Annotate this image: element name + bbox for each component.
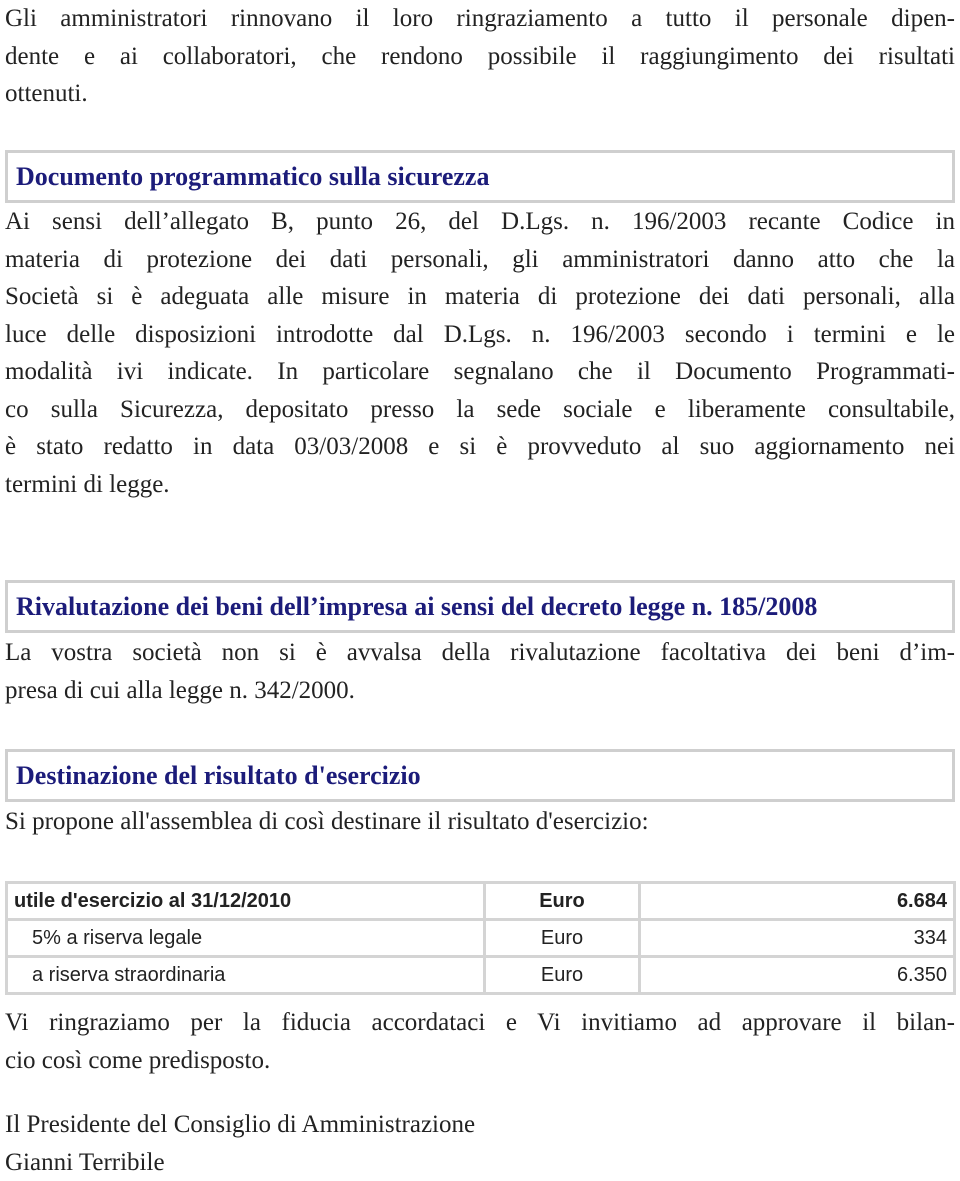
row-label: 5% a riserva legale — [7, 920, 485, 957]
section-heading-security: Documento programmatico sulla sicurezza — [5, 150, 955, 203]
text-line: modalità ivi indicate. In particolare se… — [5, 353, 955, 391]
row-currency: Euro — [485, 957, 640, 994]
text-line: cio così come predisposto. — [5, 1042, 955, 1080]
result-allocation-table: utile d'esercizio al 31/12/2010 Euro 6.6… — [5, 881, 956, 995]
text-line: ottenuti. — [5, 75, 955, 113]
closing-paragraph: Vi ringraziamo per la fiducia accordatac… — [5, 1004, 955, 1079]
text-line: co sulla Sicurezza, depositato presso la… — [5, 391, 955, 429]
row-amount: 6.350 — [640, 957, 955, 994]
signature: Il Presidente del Consiglio di Amministr… — [5, 1106, 955, 1181]
row-amount: 6.684 — [640, 883, 955, 920]
intro-paragraph: Gli amministratori rinnovano il loro rin… — [5, 0, 955, 113]
row-label: a riserva straordinaria — [7, 957, 485, 994]
row-currency: Euro — [485, 883, 640, 920]
text-line: La vostra società non si è avvalsa della… — [5, 634, 955, 672]
table-row: 5% a riserva legale Euro 334 — [7, 920, 955, 957]
text-line: è stato redatto in data 03/03/2008 e si … — [5, 428, 955, 466]
text-line: Società si è adeguata alle misure in mat… — [5, 278, 955, 316]
signature-role: Il Presidente del Consiglio di Amministr… — [5, 1106, 955, 1144]
text-line: dente e ai collaboratori, che rendono po… — [5, 38, 955, 76]
signature-name: Gianni Terribile — [5, 1144, 955, 1181]
result-paragraph: Si propone all'assemblea di così destina… — [5, 803, 955, 841]
text-line: Vi ringraziamo per la fiducia accordatac… — [5, 1004, 955, 1042]
row-currency: Euro — [485, 920, 640, 957]
row-amount: 334 — [640, 920, 955, 957]
table-row: utile d'esercizio al 31/12/2010 Euro 6.6… — [7, 883, 955, 920]
heading-text: Documento programmatico sulla sicurezza — [8, 153, 952, 200]
row-label: utile d'esercizio al 31/12/2010 — [7, 883, 485, 920]
section-heading-revaluation: Rivalutazione dei beni dell’impresa ai s… — [5, 580, 955, 633]
text-line: luce delle disposizioni introdotte dal D… — [5, 316, 955, 354]
text-line: termini di legge. — [5, 466, 955, 504]
table-row: a riserva straordinaria Euro 6.350 — [7, 957, 955, 994]
text-line: Si propone all'assemblea di così destina… — [5, 803, 955, 841]
text-line: presa di cui alla legge n. 342/2000. — [5, 672, 955, 710]
revaluation-paragraph: La vostra società non si è avvalsa della… — [5, 634, 955, 709]
text-line: materia di protezione dei dati personali… — [5, 241, 955, 279]
security-paragraph: Ai sensi dell’allegato B, punto 26, del … — [5, 203, 955, 503]
heading-text: Destinazione del risultato d'esercizio — [8, 752, 952, 799]
text-line: Gli amministratori rinnovano il loro rin… — [5, 0, 955, 38]
section-heading-result: Destinazione del risultato d'esercizio — [5, 749, 955, 802]
heading-text: Rivalutazione dei beni dell’impresa ai s… — [8, 583, 952, 630]
text-line: Ai sensi dell’allegato B, punto 26, del … — [5, 203, 955, 241]
